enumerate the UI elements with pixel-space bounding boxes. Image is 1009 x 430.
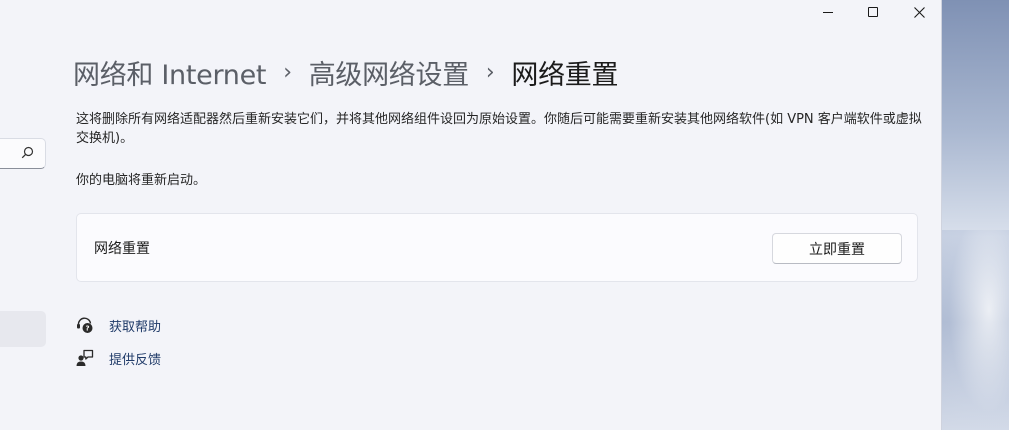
- desktop-wallpaper: [942, 0, 1009, 430]
- close-button[interactable]: [896, 0, 942, 24]
- give-feedback-row[interactable]: 提供反馈: [75, 347, 161, 369]
- reset-now-button[interactable]: 立即重置: [772, 233, 902, 264]
- close-icon: [913, 6, 925, 18]
- breadcrumb-separator: ›: [485, 59, 495, 85]
- breadcrumb-separator: ›: [283, 59, 292, 85]
- breadcrumb: 网络和 Internet › 高级网络设置 › 网络重置: [73, 52, 619, 92]
- settings-window: 网络和 Internet › 高级网络设置 › 网络重置 这将删除所有网络适配器…: [0, 0, 942, 430]
- give-feedback-link[interactable]: 提供反馈: [109, 349, 161, 368]
- sidebar-search-box[interactable]: [0, 138, 46, 169]
- sidebar-item-selected[interactable]: [0, 311, 46, 347]
- breadcrumb-item-advanced-network[interactable]: 高级网络设置: [309, 53, 470, 92]
- help-icon: ?: [75, 315, 95, 335]
- search-icon: [21, 146, 34, 159]
- minimize-icon: [823, 11, 833, 13]
- get-help-link[interactable]: 获取帮助: [109, 316, 161, 335]
- reset-description: 这将删除所有网络适配器然后重新安装它们，并将其他网络组件设回为原始设置。你随后可…: [76, 112, 922, 146]
- feedback-icon: [75, 348, 95, 368]
- get-help-row[interactable]: ? 获取帮助: [75, 314, 161, 336]
- maximize-button[interactable]: [850, 0, 896, 24]
- svg-text:?: ?: [85, 325, 89, 333]
- restart-note: 你的电脑将重新启动。: [76, 173, 207, 188]
- breadcrumb-item-network-internet[interactable]: 网络和 Internet: [73, 53, 267, 92]
- network-reset-label: 网络重置: [94, 241, 150, 257]
- minimize-button[interactable]: [805, 0, 851, 24]
- network-reset-card: 网络重置 立即重置: [76, 213, 918, 282]
- maximize-icon: [868, 7, 878, 17]
- page-title: 网络重置: [511, 59, 619, 91]
